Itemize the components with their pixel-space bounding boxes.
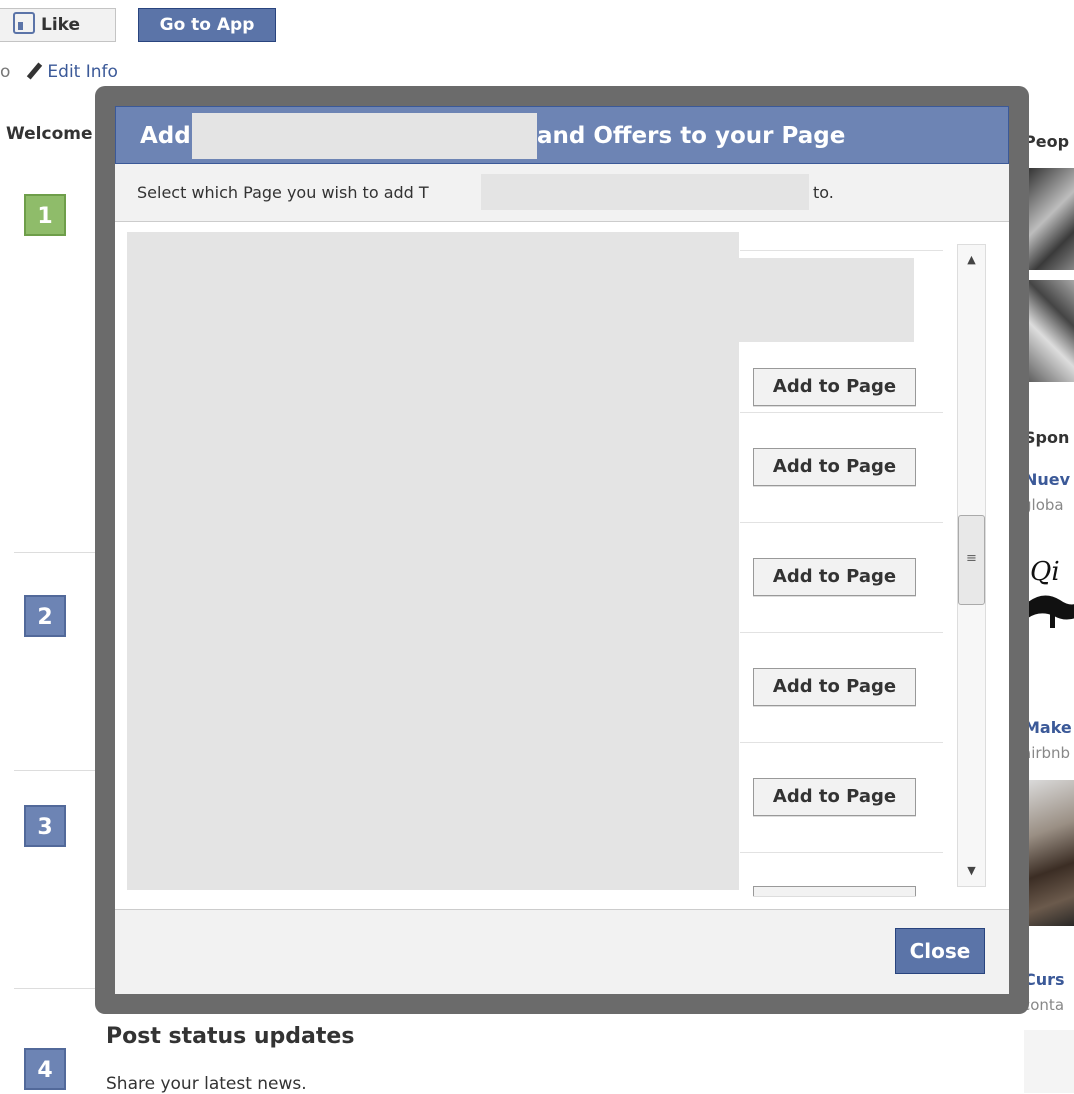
add-to-page-dialog: Add and Offers to your Page Select which… [115, 106, 1009, 994]
thumbs-up-icon [13, 12, 35, 34]
row-divider [740, 742, 943, 743]
instructions-suffix: to. [813, 183, 834, 202]
redacted-page-list [127, 232, 739, 890]
divider [14, 988, 98, 989]
add-to-page-button-partial[interactable] [753, 886, 916, 896]
ad-image[interactable] [1024, 1030, 1074, 1093]
person-photo[interactable] [1024, 280, 1074, 382]
dialog-instructions: Select which Page you wish to add T to. [115, 164, 1009, 222]
add-to-page-button[interactable]: Add to Page [753, 778, 916, 816]
scrollbar-thumb[interactable]: ≡ [958, 515, 985, 605]
ad-title[interactable]: Make [1024, 718, 1072, 737]
pencil-icon [27, 62, 43, 80]
step-4-badge: 4 [24, 1048, 66, 1090]
page-list: Add to Page Add to Page Add to Page Add … [115, 222, 1009, 896]
people-heading: Peop [1024, 132, 1070, 151]
dialog-footer: Close [115, 909, 1009, 994]
ad-domain: airbnb [1022, 744, 1071, 762]
welcome-tab[interactable]: Welcome [6, 124, 93, 144]
dialog-title-prefix: Add [140, 123, 191, 149]
scroll-down-arrow-icon[interactable]: ▼ [958, 856, 985, 886]
ad-image[interactable] [1024, 780, 1074, 926]
row-divider [740, 852, 943, 853]
person-photo[interactable] [1024, 168, 1074, 270]
redacted-page-item [739, 258, 914, 342]
list-scrollbar[interactable]: ▲ ≡ ▼ [957, 244, 986, 887]
add-to-page-button[interactable]: Add to Page [753, 368, 916, 406]
redacted-app-name [481, 174, 809, 210]
sponsored-heading: Spon [1024, 428, 1070, 447]
ad-title[interactable]: Nuev [1024, 470, 1070, 489]
row-divider [740, 250, 943, 251]
redacted-app-name [192, 113, 537, 159]
step-1-badge: 1 [24, 194, 66, 236]
dialog-header: Add and Offers to your Page [115, 106, 1009, 164]
ad-image[interactable]: Qi [1024, 540, 1074, 650]
divider [14, 770, 98, 771]
scroll-up-arrow-icon[interactable]: ▲ [958, 245, 985, 275]
row-divider [740, 632, 943, 633]
step-2-badge: 2 [24, 595, 66, 637]
step-3-badge: 3 [24, 805, 66, 847]
add-to-page-button[interactable]: Add to Page [753, 448, 916, 486]
add-to-page-button[interactable]: Add to Page [753, 668, 916, 706]
go-to-app-button[interactable]: Go to App [138, 8, 276, 42]
close-button[interactable]: Close [895, 928, 985, 974]
edit-info-link[interactable]: Edit Info [47, 62, 118, 82]
divider [14, 552, 98, 553]
edit-prefix: o [0, 62, 11, 82]
step-4-subtitle: Share your latest news. [106, 1074, 307, 1094]
ad-logo-image: Qi [1028, 557, 1074, 628]
ad-title[interactable]: Curs [1024, 970, 1065, 989]
instructions-prefix: Select which Page you wish to add T [137, 183, 429, 202]
edit-info-row: o Edit Info [0, 62, 118, 82]
like-button[interactable]: Like [0, 8, 116, 42]
row-divider [740, 522, 943, 523]
dialog-title-suffix: and Offers to your Page [537, 123, 846, 149]
add-to-page-button[interactable]: Add to Page [753, 558, 916, 596]
row-divider [740, 412, 943, 413]
step-4-title: Post status updates [106, 1024, 355, 1049]
svg-text:Qi: Qi [1030, 557, 1060, 587]
